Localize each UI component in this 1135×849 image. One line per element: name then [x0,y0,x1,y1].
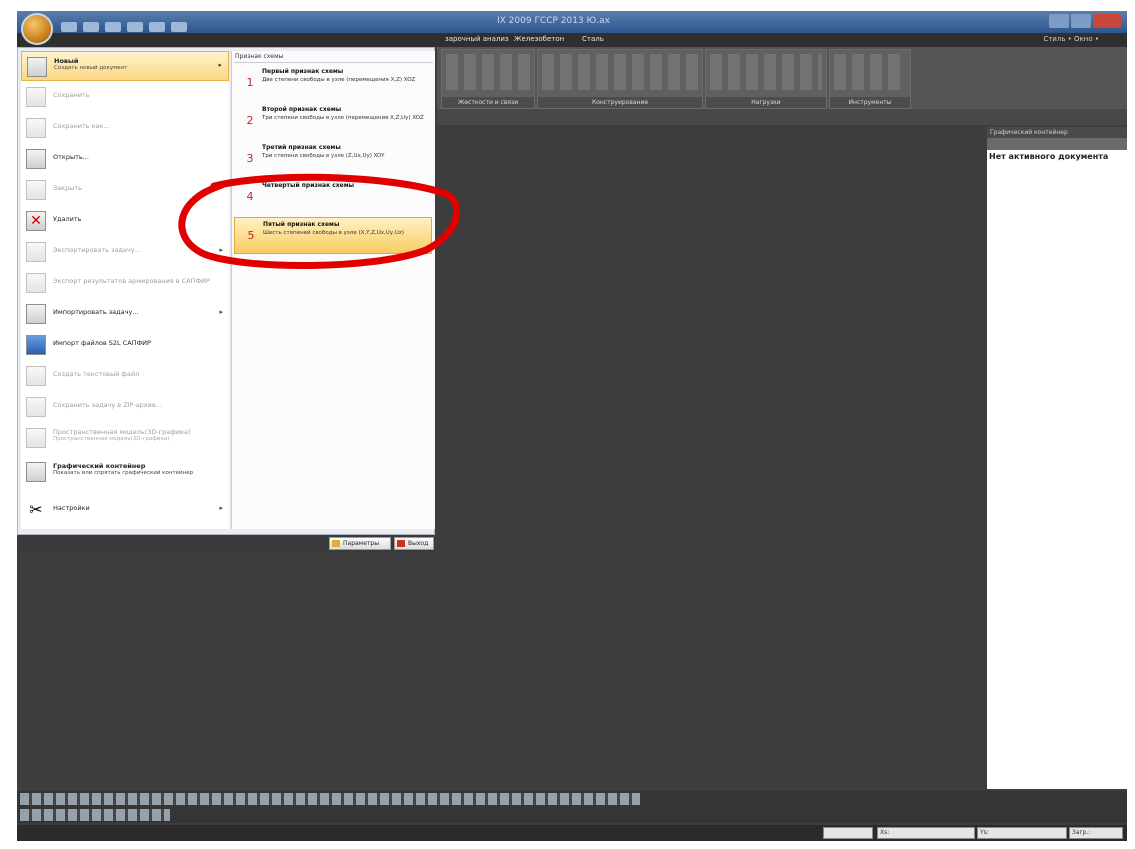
app-menu-footer: Параметры Выход [17,535,435,553]
status-y: Ys: [977,827,1067,839]
submenu-header: Признак схемы [235,53,284,60]
ribbon-group-design[interactable]: Конструирование [537,49,703,109]
menu-item-text-file[interactable]: Создать текстовый файл [21,361,229,391]
parameters-button[interactable]: Параметры [329,537,391,550]
application-window: IX 2009 ГССР 2013 Ю.ах зарочный анализ Ж… [17,11,1127,841]
scheme-item-5[interactable]: 5 Пятый признак схемы Шесть степеней сво… [234,217,432,254]
status-combo[interactable] [823,827,873,839]
menu-item-export-results[interactable]: Экспорт результатов армирования в САПФИР [21,268,229,298]
save-icon [26,87,46,107]
open-icon [26,149,46,169]
panel-toolbar[interactable] [987,138,1127,150]
app-menu-commands: Новый Создать новый документ ▸ Сохранить… [21,51,229,529]
application-menu: Новый Создать новый документ ▸ Сохранить… [17,47,435,535]
scheme-item-2[interactable]: 2 Второй признак схемы Три степени свобо… [234,103,432,140]
ribbon: Жесткости и связи Конструирование Нагруз… [437,47,1127,109]
close-button[interactable] [1093,14,1121,28]
graphics-container-icon [26,462,46,482]
menu-item-export-task[interactable]: Экспортировать задачу... ▸ [21,237,229,267]
exit-button[interactable]: Выход [394,537,434,550]
scheme-item-3[interactable]: 3 Третий признак схемы Три степени свобо… [234,141,432,178]
application-menu-button[interactable] [21,13,53,45]
scheme-5-icon: 5 [247,229,255,242]
maximize-button[interactable] [1071,14,1091,28]
zip-archive-icon [26,397,46,417]
window-title: IX 2009 ГССР 2013 Ю.ах [497,16,610,26]
ribbon-group-tools[interactable]: Инструменты [829,49,911,109]
ribbon-footer-strip [437,109,1127,125]
menu-item-open[interactable]: Открыть... [21,144,229,174]
scheme-2-icon: 2 [246,114,254,127]
submenu-arrow-icon: ▸ [219,504,223,512]
3d-model-icon [26,428,46,448]
submenu-arrow-icon: ▸ [219,246,223,254]
tab-concrete[interactable]: Железобетон [514,35,564,43]
scheme-3-icon: 3 [246,152,254,165]
no-document-text: Нет активного документа [989,152,1109,161]
new-document-icon [27,57,47,77]
panel-title: Графический контейнер [987,127,1127,138]
title-bar: IX 2009 ГССР 2013 Ю.ах [17,11,1127,33]
menu-item-import-s2l[interactable]: Импорт файлов S2L САПФИР [21,330,229,360]
menu-item-new[interactable]: Новый Создать новый документ ▸ [21,51,229,81]
menu-item-save-as[interactable]: Сохранить как... [21,113,229,143]
import-task-icon [26,304,46,324]
ribbon-group-stiffness[interactable]: Жесткости и связи [441,49,535,109]
scheme-item-4[interactable]: 4 Четвертый признак схемы [234,179,432,216]
scheme-4-icon: 4 [246,190,254,203]
ribbon-group-loads[interactable]: Нагрузки [705,49,827,109]
bottom-toolbar-2 [17,807,1127,823]
menu-item-save[interactable]: Сохранить [21,82,229,112]
status-bar: Xs: Ys: Загр.: [17,825,1127,841]
window-controls [1047,13,1121,29]
graphics-container-panel: Графический контейнер Нет активного доку… [987,127,1127,789]
submenu-divider [234,62,433,63]
scheme-item-1[interactable]: 1 Первый признак схемы Две степени свобо… [234,65,432,102]
menu-item-graphics-container[interactable]: Графический контейнер Показать или спрят… [21,457,229,491]
minimize-button[interactable] [1049,14,1069,28]
export-task-icon [26,242,46,262]
menu-item-zip[interactable]: Сохранить задачу в ZIP-архив... [21,392,229,422]
close-document-icon [26,180,46,200]
text-file-icon [26,366,46,386]
exit-icon [397,540,405,547]
parameters-icon [332,540,340,547]
tab-analysis[interactable]: зарочный анализ [445,35,509,43]
status-x: Xs: [877,827,975,839]
menu-item-delete[interactable]: ✕ Удалить [21,206,229,236]
export-results-icon [26,273,46,293]
import-s2l-icon [26,335,46,355]
menu-item-settings[interactable]: ✂ Настройки ▸ [21,495,229,525]
submenu-arrow-icon: ▸ [218,61,222,69]
style-window-menu[interactable]: Стиль • Окно • [1043,35,1099,43]
status-load: Загр.: [1069,827,1123,839]
scheme-submenu: Признак схемы 1 Первый признак схемы Две… [231,51,435,529]
bottom-toolbar [17,791,1127,807]
scheme-1-icon: 1 [246,76,254,89]
tab-steel[interactable]: Сталь [582,35,604,43]
menu-item-3d-model[interactable]: Пространственная модель(3D-графика) Прос… [21,423,229,453]
submenu-arrow-icon: ▸ [219,308,223,316]
menu-item-import-task[interactable]: Импортировать задачу... ▸ [21,299,229,329]
ribbon-tab-bar: зарочный анализ Железобетон Сталь Стиль … [17,33,1127,47]
save-as-icon [26,118,46,138]
toolbar-buttons-2[interactable] [20,809,170,821]
settings-icon: ✂ [29,500,43,519]
toolbar-buttons[interactable] [20,793,640,805]
quick-access-toolbar[interactable] [61,17,251,32]
menu-item-close[interactable]: Закрыть [21,175,229,205]
delete-icon: ✕ [26,211,46,231]
